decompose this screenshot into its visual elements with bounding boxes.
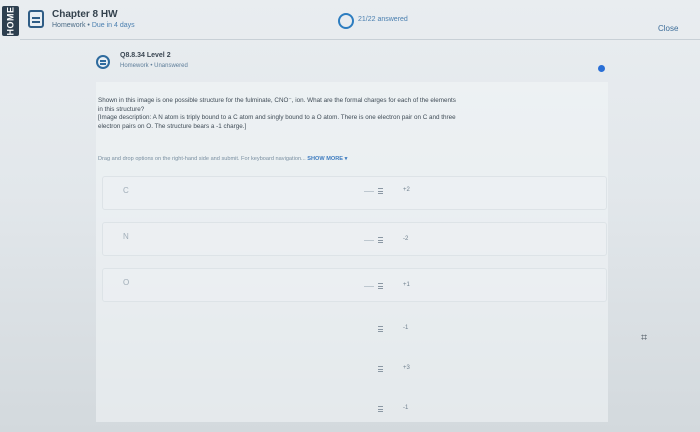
drag-handle-icon[interactable] [378, 188, 383, 194]
assignment-header: Chapter 8 HW Homework • Due in 4 days 21… [20, 0, 700, 40]
option-minus-1[interactable]: -1 [403, 325, 408, 331]
question-line: Shown in this image is one possible stru… [98, 97, 456, 104]
assignment-subtitle: Homework • Due in 4 days [52, 22, 135, 29]
option-minus-1-b[interactable]: -1 [403, 405, 408, 411]
target-label: C [123, 186, 129, 195]
progress-text: 21/22 answered [358, 16, 408, 23]
drag-handle-icon[interactable] [378, 237, 383, 243]
question-line: electron pairs on O. The structure bears… [98, 123, 247, 131]
target-label: N [123, 232, 129, 241]
question-status: Homework • Unanswered [120, 63, 188, 69]
mouse-cursor-icon: ⌗ [641, 332, 648, 344]
option-plus-2[interactable]: +2 [403, 187, 410, 193]
option-dash [364, 240, 374, 241]
home-tab[interactable]: HOME [2, 6, 19, 36]
assignment-title: Chapter 8 HW [52, 9, 118, 20]
assignment-type: Homework • [52, 22, 90, 29]
drag-instructions: Drag and drop options on the right-hand … [98, 156, 347, 162]
instruction-text: Drag and drop options on the right-hand … [98, 156, 306, 162]
option-dash [364, 286, 374, 287]
home-tab-label: HOME [5, 6, 16, 36]
app-screen: HOME Chapter 8 HW Homework • Due in 4 da… [0, 0, 700, 432]
drag-handle-icon[interactable] [378, 283, 383, 289]
question-line: in this structure? [98, 105, 145, 113]
question-text: Shown in this image is one possible stru… [98, 97, 606, 132]
option-dash [364, 191, 374, 192]
drag-handle-icon[interactable] [378, 326, 383, 332]
question-clipboard-icon [96, 55, 110, 69]
progress-ring-icon [338, 13, 354, 29]
option-minus-2[interactable]: -2 [403, 236, 408, 242]
question-title: Q8.8.34 Level 2 [120, 52, 171, 59]
drop-target-n[interactable]: N [102, 222, 607, 256]
drop-target-o[interactable]: O [102, 268, 607, 302]
drag-handle-icon[interactable] [378, 406, 383, 412]
close-button[interactable]: Close [658, 24, 678, 33]
unanswered-indicator [598, 65, 605, 72]
homework-clipboard-icon [28, 10, 44, 28]
option-plus-3[interactable]: +3 [403, 365, 410, 371]
drag-handle-icon[interactable] [378, 366, 383, 372]
target-label: O [123, 278, 130, 287]
option-plus-1[interactable]: +1 [403, 282, 410, 288]
show-more-link[interactable]: SHOW MORE ▾ [307, 156, 347, 162]
drop-target-c[interactable]: C [102, 176, 607, 210]
due-date: Due in 4 days [91, 22, 135, 29]
question-line: [Image description: A N atom is triply b… [98, 114, 456, 122]
